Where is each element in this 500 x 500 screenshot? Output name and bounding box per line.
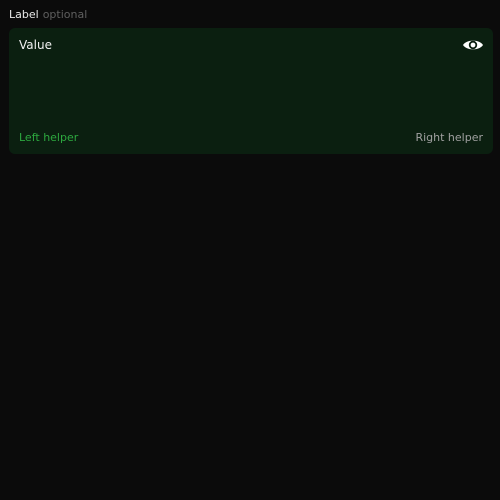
eye-icon[interactable] <box>462 37 484 53</box>
field-label: Label <box>9 8 39 21</box>
right-helper-text: Right helper <box>415 131 483 144</box>
optional-tag: optional <box>42 8 88 21</box>
field-label-row: Label optional <box>9 8 87 22</box>
text-field[interactable]: Value Left helper Right helper <box>9 28 493 154</box>
left-helper-text: Left helper <box>19 131 79 144</box>
field-value: Value <box>19 38 52 52</box>
